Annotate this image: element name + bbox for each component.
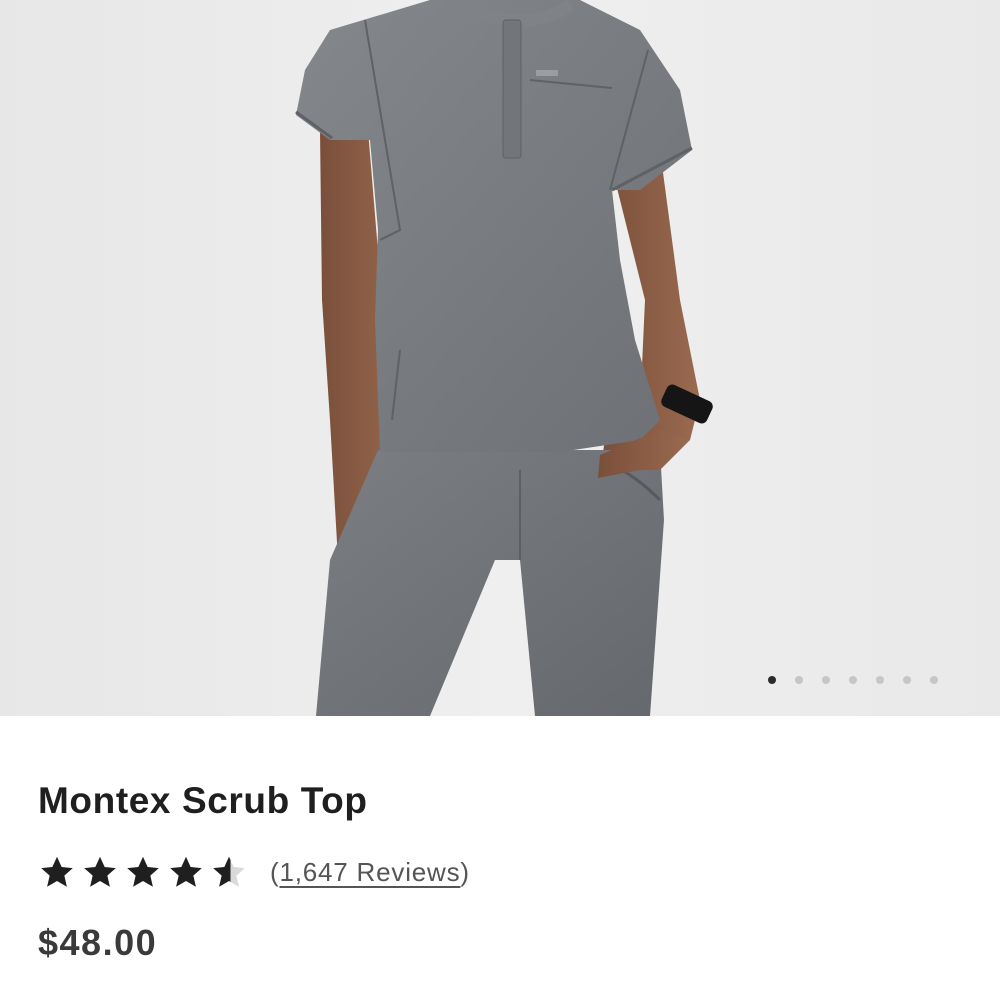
- star-icon: [41, 856, 73, 887]
- star-half-icon: [213, 856, 245, 887]
- gallery-dot-2[interactable]: [795, 676, 803, 684]
- gallery-dot-5[interactable]: [876, 676, 884, 684]
- product-image-gallery[interactable]: [0, 0, 1000, 716]
- gallery-dot-1[interactable]: [768, 676, 776, 684]
- gallery-dot-3[interactable]: [822, 676, 830, 684]
- product-photo: [0, 0, 1000, 716]
- gallery-pagination: [768, 676, 938, 684]
- product-page: Montex Scrub Top (1,647 Reviews) $48.00: [0, 0, 1000, 1000]
- gallery-dot-7[interactable]: [930, 676, 938, 684]
- gallery-dot-6[interactable]: [903, 676, 911, 684]
- gallery-dot-4[interactable]: [849, 676, 857, 684]
- reviews-link[interactable]: (1,647 Reviews): [270, 857, 470, 888]
- star-icon: [84, 856, 116, 887]
- star-rating[interactable]: [38, 854, 248, 890]
- product-price: $48.00: [38, 922, 158, 963]
- product-title: Montex Scrub Top: [38, 780, 368, 821]
- star-icon: [170, 856, 202, 887]
- product-rating: (1,647 Reviews): [38, 852, 470, 892]
- star-icon: [127, 856, 159, 887]
- reviews-count[interactable]: 1,647 Reviews: [279, 857, 460, 887]
- reviews-close-paren: ): [460, 856, 470, 887]
